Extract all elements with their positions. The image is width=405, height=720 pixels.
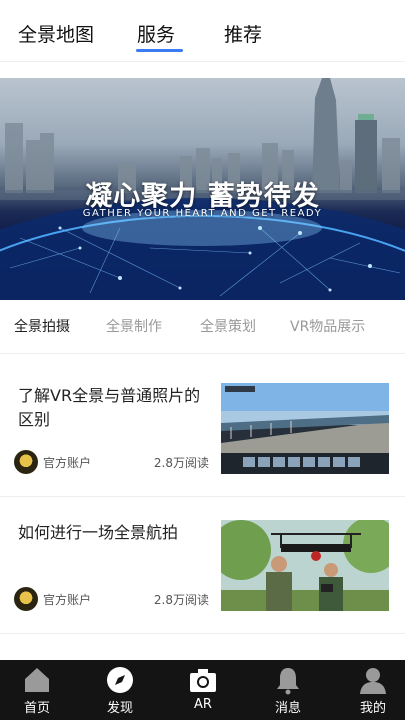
- author-avatar: [14, 587, 38, 611]
- tab-service[interactable]: 服务: [137, 20, 175, 47]
- nav-label: 发现: [106, 701, 133, 716]
- nav-home[interactable]: 首页: [7, 660, 67, 720]
- read-count: 2.8万阅读: [153, 593, 209, 607]
- author-avatar: [14, 450, 38, 474]
- article-thumbnail: [221, 520, 389, 611]
- author-name: 官方账户: [43, 593, 92, 607]
- tab-panorama-map[interactable]: 全景地图: [18, 20, 94, 47]
- bottom-navigation: 首页 发现 AR 消息 我的: [0, 660, 405, 720]
- category-tab-planning[interactable]: 全景策划: [200, 316, 256, 336]
- nav-profile[interactable]: 我的: [343, 660, 403, 720]
- nav-label: AR: [194, 697, 212, 712]
- tab-recommend[interactable]: 推荐: [224, 20, 262, 47]
- user-icon: [360, 668, 386, 694]
- banner-subtitle: GATHER YOUR HEART AND GET READY: [82, 208, 323, 219]
- article-thumbnail: [221, 383, 389, 474]
- category-tab-production[interactable]: 全景制作: [106, 316, 162, 336]
- category-tab-bar: 全景拍摄 全景制作 全景策划 VR物品展示: [0, 300, 405, 354]
- nav-label: 我的: [359, 701, 386, 716]
- nav-discover[interactable]: 发现: [90, 660, 150, 720]
- top-tab-bar: 全景地图 服务 推荐: [0, 0, 405, 62]
- active-tab-indicator: [136, 49, 183, 52]
- category-tab-vr-display[interactable]: VR物品展示: [290, 316, 365, 336]
- bell-icon: [277, 668, 299, 695]
- compass-icon: [107, 667, 133, 693]
- article-title: 如何进行一场全景航拍: [18, 523, 179, 542]
- article-title: 了解VR全景与普通照片的区别: [18, 386, 201, 429]
- promo-banner[interactable]: 凝心聚力 蓄势待发 GATHER YOUR HEART AND GET READ…: [0, 78, 405, 300]
- nav-ar[interactable]: AR: [173, 660, 233, 720]
- nav-label: 首页: [23, 701, 50, 716]
- article-meta: 官方账户 2.8万阅读: [14, 448, 209, 476]
- camera-icon: [190, 669, 216, 692]
- category-tab-shooting[interactable]: 全景拍摄: [14, 316, 70, 336]
- author-name: 官方账户: [43, 456, 92, 470]
- nav-messages[interactable]: 消息: [258, 660, 318, 720]
- nav-label: 消息: [274, 701, 301, 716]
- read-count: 2.8万阅读: [153, 456, 209, 470]
- article-meta: 官方账户 2.8万阅读: [14, 585, 209, 613]
- home-icon: [25, 668, 49, 692]
- article-item[interactable]: 如何进行一场全景航拍 官方账户 2.8万阅读: [0, 497, 405, 634]
- article-item[interactable]: 了解VR全景与普通照片的区别 官方账户 2.8万阅读: [0, 360, 405, 497]
